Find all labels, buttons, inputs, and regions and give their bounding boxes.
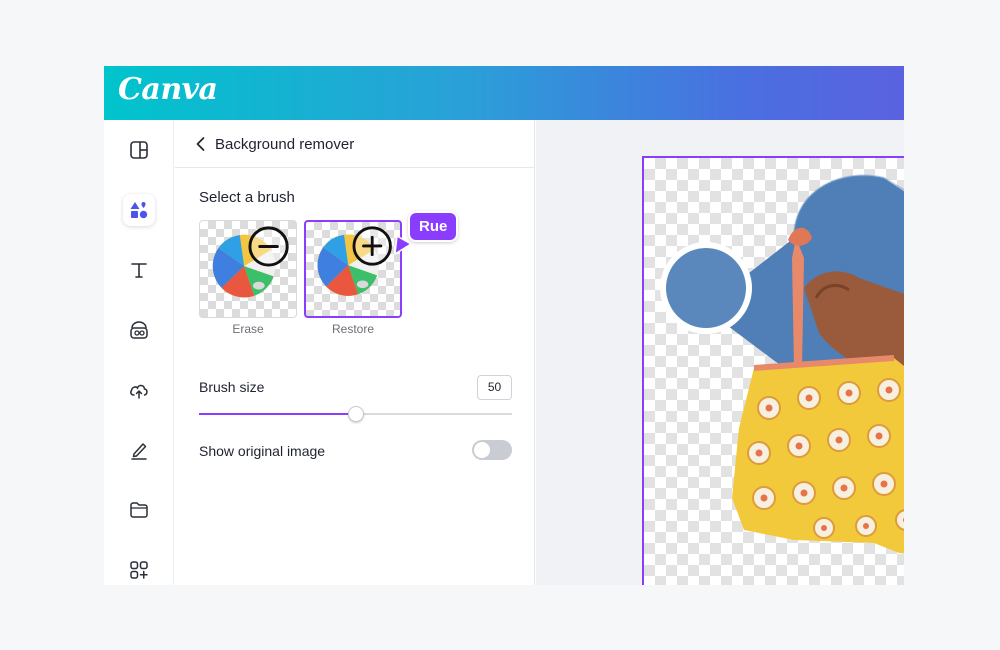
restore-brush-option[interactable] — [304, 220, 402, 318]
rail-item-elements[interactable] — [123, 194, 155, 226]
brush-size-input[interactable]: 50 — [477, 375, 512, 400]
side-rail — [104, 120, 174, 585]
rail-item-layout[interactable] — [123, 134, 155, 166]
top-bar: Canva — [104, 66, 904, 120]
show-original-toggle[interactable] — [472, 440, 512, 460]
select-brush-label: Select a brush — [199, 189, 295, 206]
restore-brush-label: Restore — [331, 322, 375, 336]
show-original-label: Show original image — [199, 443, 326, 459]
app-window: Canva Background remover Select a brush … — [104, 66, 904, 585]
canva-logo[interactable]: Canva — [118, 72, 218, 107]
chevron-left-icon[interactable] — [191, 134, 211, 154]
panel-header: Background remover — [175, 120, 535, 168]
folder-icon — [130, 502, 148, 518]
elements-icon — [130, 202, 148, 219]
collaborator-cursor-label: Rue — [408, 211, 459, 242]
panel-title: Background remover — [215, 136, 355, 153]
layout-icon — [130, 141, 148, 159]
rail-item-projects[interactable] — [123, 494, 155, 526]
rail-item-brand[interactable] — [123, 314, 155, 346]
erase-brush-option[interactable] — [199, 220, 297, 318]
rail-item-text[interactable] — [123, 254, 155, 286]
brand-icon — [130, 321, 148, 339]
erase-brush-label: Erase — [232, 322, 264, 336]
apps-icon — [130, 561, 148, 579]
toggle-knob — [474, 442, 490, 458]
upload-icon — [130, 384, 148, 399]
slider-fill — [199, 413, 356, 415]
crochet-top-photo — [660, 174, 904, 554]
brush-size-slider[interactable] — [199, 404, 512, 424]
rail-item-draw[interactable] — [123, 434, 155, 466]
beach-ball-image — [212, 226, 289, 298]
draw-icon — [131, 443, 147, 460]
text-icon — [131, 263, 147, 278]
brush-size-label: Brush size — [199, 379, 265, 395]
slider-thumb[interactable] — [347, 406, 364, 422]
design-artboard[interactable] — [642, 156, 904, 585]
background-remover-panel: Background remover Select a brush Erase … — [175, 120, 535, 585]
design-canvas-area — [536, 120, 904, 585]
rail-item-uploads[interactable] — [123, 374, 155, 406]
beach-ball-image — [317, 226, 392, 296]
rail-item-apps[interactable] — [123, 554, 155, 585]
